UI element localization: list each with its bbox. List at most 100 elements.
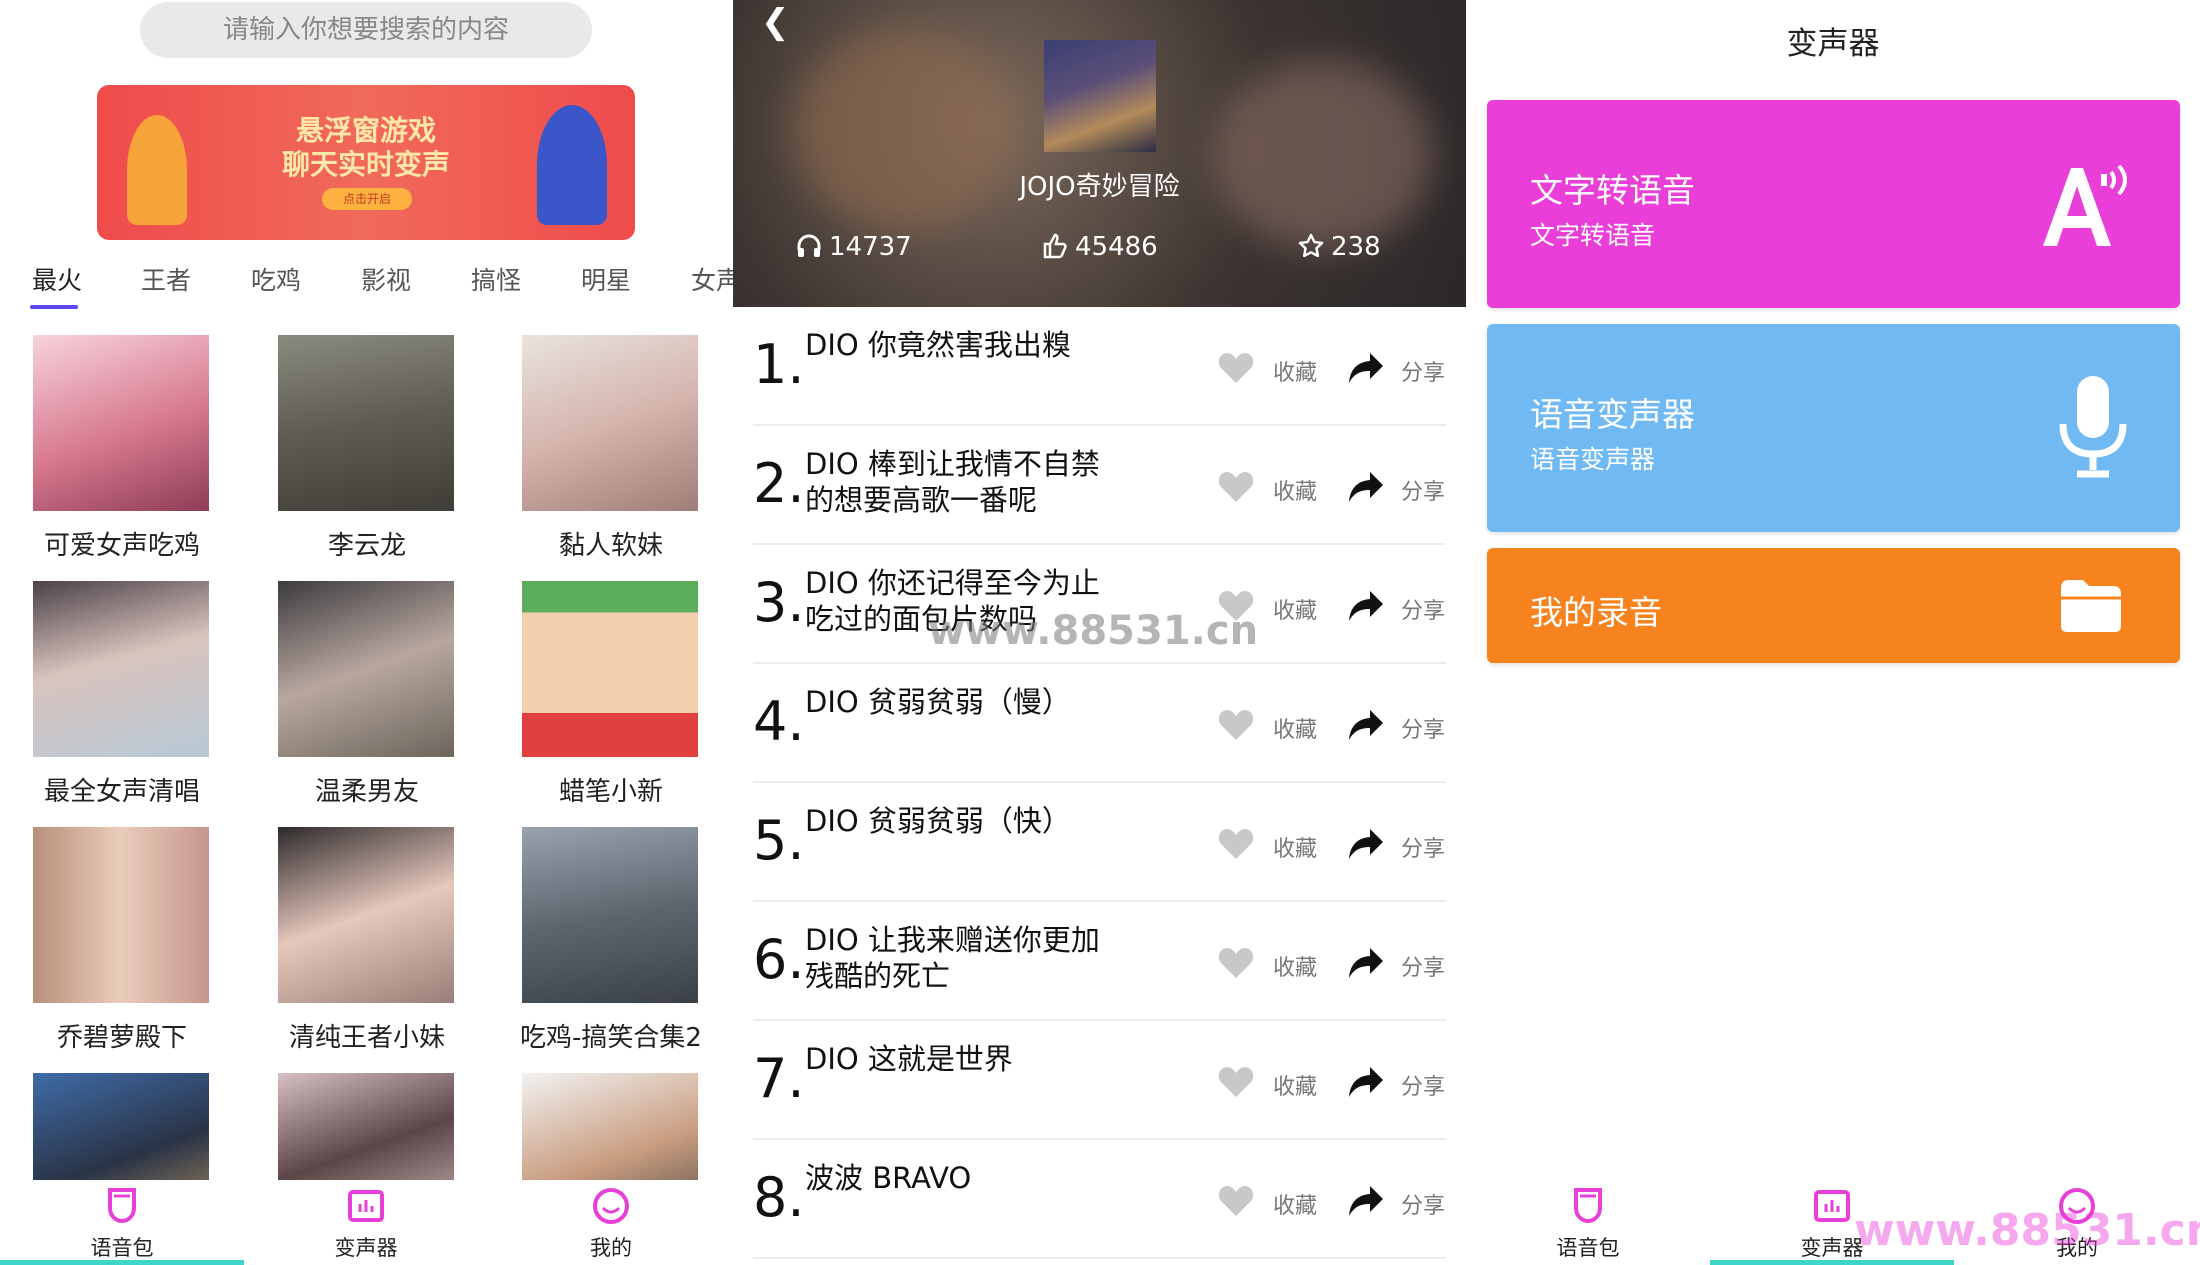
voice-pack-item[interactable]: 最全女声清唱 [33,581,211,807]
nav-voice-pack[interactable]: 语音包 [72,1186,172,1262]
nav-profile[interactable]: 我的 [561,1186,661,1262]
album-header: ❮ JOJO奇妙冒险 14737 45486 238 [733,0,1466,307]
voice-pack-item[interactable]: 蜡笔小新 [522,581,700,807]
star-count[interactable]: 238 [1297,232,1381,262]
voice-pack-icon [1574,1188,1602,1224]
favorite-label[interactable]: 收藏 [1273,355,1317,387]
nav-voice-pack[interactable]: 语音包 [1538,1186,1638,1262]
tab-female[interactable]: 女声 [691,261,733,297]
item-thumbnail [522,335,698,511]
item-thumbnail [278,335,454,511]
tab-funny[interactable]: 搞怪 [471,261,521,297]
tab-king[interactable]: 王者 [141,261,191,297]
card-title: 我的录音 [1530,593,1662,632]
heart-icon[interactable] [1217,708,1255,742]
item-title: DIO 贫弱贫弱（慢） [805,685,1071,719]
share-label[interactable]: 分享 [1401,474,1445,506]
share-label[interactable]: 分享 [1401,712,1445,744]
share-icon[interactable] [1348,1184,1384,1218]
list-item[interactable]: 8. 波波 BRAVO 收藏 分享 [733,1140,1466,1259]
voice-pack-item[interactable]: 吃鸡-搞笑合集2 [520,827,702,1053]
voice-pack-screen: 请输入你想要搜索的内容 悬浮窗游戏 聊天实时变声 点击开启 最火 王者 吃鸡 影… [0,0,733,1265]
heart-icon[interactable] [1217,1065,1255,1099]
item-label: 吃鸡-搞笑合集2 [520,1023,702,1053]
item-thumbnail [33,335,209,511]
voice-pack-item[interactable]: 李云龙 [278,335,456,561]
share-icon[interactable] [1348,827,1384,861]
share-label[interactable]: 分享 [1401,1188,1445,1220]
item-number: 3. [753,571,805,634]
bg-blur [1213,60,1433,250]
share-label[interactable]: 分享 [1401,950,1445,982]
item-number: 6. [753,928,805,991]
favorite-label[interactable]: 收藏 [1273,474,1317,506]
favorite-label[interactable]: 收藏 [1273,593,1317,625]
item-title: DIO 棒到让我情不自禁的想要高歌一番呢 [805,447,1100,517]
watermark: www.88531.cn [928,608,1259,654]
like-count[interactable]: 45486 [1041,232,1158,262]
favorite-label[interactable]: 收藏 [1273,712,1317,744]
item-thumbnail [278,581,454,757]
tab-star[interactable]: 明星 [581,261,631,297]
heart-icon[interactable] [1217,470,1255,504]
item-label: 可爱女声吃鸡 [43,531,200,561]
heart-icon[interactable] [1217,351,1255,385]
text-to-speech-card[interactable]: 文字转语音 文字转语音 [1487,100,2180,308]
nav-voice-changer[interactable]: 变声器 [316,1186,416,1262]
voice-pack-item[interactable]: 黏人软妹 [522,335,700,561]
banner-open-button[interactable]: 点击开启 [322,188,412,210]
share-icon[interactable] [1348,708,1384,742]
card-subtitle: 语音变声器 [1530,445,1656,474]
voice-pack-item[interactable]: 可爱女声吃鸡 [33,335,211,561]
tab-hot[interactable]: 最火 [32,261,82,297]
heart-icon[interactable] [1217,946,1255,980]
chevron-left-icon[interactable]: ❮ [761,2,790,42]
list-item[interactable]: 6. DIO 让我来赠送你更加残酷的死亡 收藏 分享 [733,902,1466,1021]
item-thumbnail [522,827,698,1003]
list-item[interactable]: 1. DIO 你竟然害我出糗 收藏 分享 [733,307,1466,426]
voice-changer-icon [348,1190,384,1222]
share-label[interactable]: 分享 [1401,831,1445,863]
tab-pubg[interactable]: 吃鸡 [251,261,301,297]
my-recordings-card[interactable]: 我的录音 [1487,548,2180,663]
star-count-value: 238 [1331,232,1381,262]
favorite-label[interactable]: 收藏 [1273,1188,1317,1220]
voice-changer-screen: 变声器 文字转语音 文字转语音 语音变声器 语音变声器 我的录音 语音包 变声器… [1466,0,2200,1265]
share-label[interactable]: 分享 [1401,593,1445,625]
tab-film[interactable]: 影视 [361,261,411,297]
list-item[interactable]: 4. DIO 贫弱贫弱（慢） 收藏 分享 [733,664,1466,783]
item-title: DIO 让我来赠送你更加残酷的死亡 [805,923,1100,993]
favorite-label[interactable]: 收藏 [1273,831,1317,863]
promo-banner[interactable]: 悬浮窗游戏 聊天实时变声 点击开启 [97,85,635,240]
heart-icon[interactable] [1217,1184,1255,1218]
category-tabs: 最火 王者 吃鸡 影视 搞怪 明星 女声 [0,255,733,303]
item-number: 1. [753,333,805,396]
page-title: 变声器 [1786,26,1880,62]
share-label[interactable]: 分享 [1401,355,1445,387]
item-thumbnail [33,581,209,757]
share-icon[interactable] [1348,1065,1384,1099]
voice-pack-item[interactable]: 温柔男友 [278,581,456,807]
share-icon[interactable] [1348,351,1384,385]
share-label[interactable]: 分享 [1401,1069,1445,1101]
share-icon[interactable] [1348,470,1384,504]
item-label: 最全女声清唱 [43,777,200,807]
voice-changer-card[interactable]: 语音变声器 语音变声器 [1487,324,2180,532]
nav-label: 变声器 [334,1236,398,1260]
item-title: 波波 BRAVO [805,1161,972,1195]
share-icon[interactable] [1348,946,1384,980]
voice-pack-item[interactable]: 乔碧萝殿下 [33,827,211,1053]
favorite-label[interactable]: 收藏 [1273,950,1317,982]
search-input[interactable]: 请输入你想要搜索的内容 [140,2,592,58]
album-cover [1044,40,1156,152]
listen-count-value: 14737 [829,232,912,262]
list-item[interactable]: 5. DIO 贫弱贫弱（快） 收藏 分享 [733,783,1466,902]
item-title: DIO 贫弱贫弱（快） [805,804,1071,838]
list-item[interactable]: 2. DIO 棒到让我情不自禁的想要高歌一番呢 收藏 分享 [733,426,1466,545]
share-icon[interactable] [1348,589,1384,623]
list-item[interactable]: 7. DIO 这就是世界 收藏 分享 [733,1021,1466,1140]
favorite-label[interactable]: 收藏 [1273,1069,1317,1101]
heart-icon[interactable] [1217,827,1255,861]
item-number: 7. [753,1047,805,1110]
voice-pack-item[interactable]: 清纯王者小妹 [278,827,456,1053]
